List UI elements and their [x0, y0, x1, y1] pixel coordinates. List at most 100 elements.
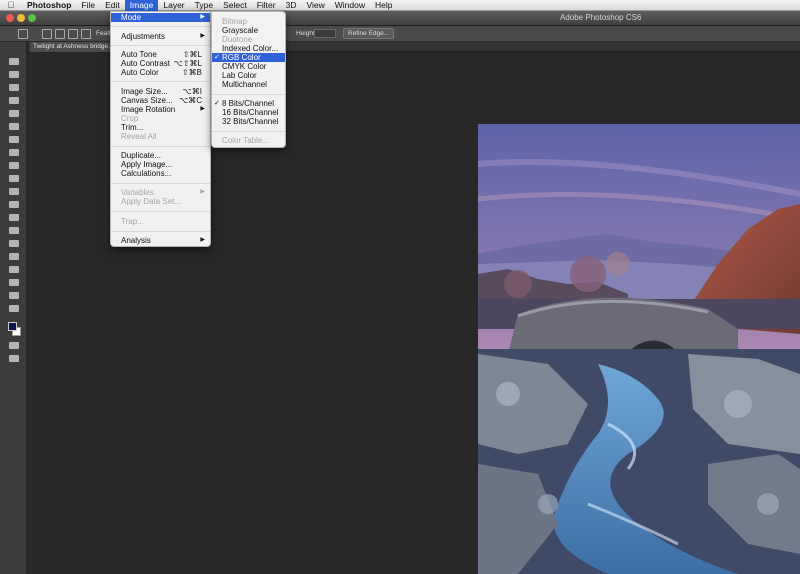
- screen-mode-icon[interactable]: [9, 355, 19, 362]
- brush-tool-icon[interactable]: [9, 149, 19, 156]
- lasso-tool-icon[interactable]: [9, 84, 19, 91]
- new-selection-icon[interactable]: [42, 29, 52, 39]
- menu-3d[interactable]: 3D: [281, 0, 302, 11]
- intersect-selection-icon[interactable]: [81, 29, 91, 39]
- mode-item-indexed-color[interactable]: Indexed Color...: [212, 44, 285, 53]
- menu-item-auto-color[interactable]: Auto Color ⇧⌘B: [111, 68, 210, 77]
- subtract-selection-icon[interactable]: [68, 29, 78, 39]
- menu-separator: [212, 94, 285, 95]
- crop-tool-icon[interactable]: [9, 110, 19, 117]
- add-selection-icon[interactable]: [55, 29, 65, 39]
- photo-canvas[interactable]: [478, 124, 800, 574]
- clone-stamp-tool-icon[interactable]: [9, 162, 19, 169]
- submenu-arrow-icon: ▶: [200, 189, 205, 195]
- menu-help[interactable]: Help: [370, 0, 397, 11]
- menu-separator: [111, 81, 210, 82]
- menu-item-analysis[interactable]: Analysis ▶: [111, 236, 210, 245]
- path-selection-tool-icon[interactable]: [9, 266, 19, 273]
- menu-item-variables: Variables ▶: [111, 188, 210, 197]
- menu-separator: [212, 131, 285, 132]
- zoom-window-button[interactable]: [28, 14, 36, 22]
- shape-tool-icon[interactable]: [9, 279, 19, 286]
- menu-item-calculations[interactable]: Calculations...: [111, 169, 210, 178]
- menu-item-apply-image[interactable]: Apply Image...: [111, 160, 210, 169]
- mode-item-rgb-color[interactable]: ✓ RGB Color: [212, 53, 285, 62]
- quick-mask-icon[interactable]: [9, 342, 19, 349]
- menu-item-image-rotation[interactable]: Image Rotation ▶: [111, 105, 210, 114]
- menu-edit[interactable]: Edit: [100, 0, 125, 11]
- checkmark-icon: ✓: [214, 100, 220, 107]
- menu-item-trim[interactable]: Trim...: [111, 123, 210, 132]
- dodge-tool-icon[interactable]: [9, 227, 19, 234]
- menu-item-label: RGB Color: [222, 53, 261, 62]
- submenu-arrow-icon: ▶: [200, 14, 205, 20]
- mode-item-grayscale[interactable]: Grayscale: [212, 26, 285, 35]
- menubar:  Photoshop File Edit Image Layer Type S…: [0, 0, 800, 11]
- move-tool-icon[interactable]: [9, 58, 19, 65]
- menu-item-mode[interactable]: Mode ▶: [111, 13, 210, 22]
- menu-separator: [111, 26, 210, 27]
- menu-item-label: Analysis: [121, 236, 151, 245]
- menu-item-label: Mode: [121, 13, 142, 22]
- height-field[interactable]: [314, 29, 336, 38]
- menu-item-label: Variables: [121, 188, 154, 197]
- menu-item-label: Auto Color: [121, 68, 159, 77]
- checkmark-icon: ✓: [214, 54, 220, 61]
- menu-item-label: Auto Tone: [121, 50, 157, 59]
- menu-item-adjustments[interactable]: Adjustments ▶: [111, 32, 210, 41]
- menu-item-duplicate[interactable]: Duplicate...: [111, 151, 210, 160]
- menu-type[interactable]: Type: [190, 0, 218, 11]
- menu-item-auto-tone[interactable]: Auto Tone ⇧⌘L: [111, 50, 210, 59]
- menu-item-label: Image Size...: [121, 87, 168, 96]
- menu-item-image-size[interactable]: Image Size... ⌥⌘I: [111, 87, 210, 96]
- apple-icon[interactable]: : [0, 0, 22, 10]
- toolbox: [0, 42, 27, 574]
- eyedropper-tool-icon[interactable]: [9, 123, 19, 130]
- shortcut-label: ⇧⌘L: [182, 50, 202, 59]
- menu-file[interactable]: File: [76, 0, 100, 11]
- menu-item-label: Auto Contrast: [121, 59, 170, 68]
- type-tool-icon[interactable]: [9, 253, 19, 260]
- healing-brush-tool-icon[interactable]: [9, 136, 19, 143]
- menu-item-crop: Crop: [121, 114, 139, 123]
- eraser-tool-icon[interactable]: [9, 188, 19, 195]
- history-brush-tool-icon[interactable]: [9, 175, 19, 182]
- menu-window[interactable]: Window: [330, 0, 370, 11]
- hand-tool-icon[interactable]: [9, 292, 19, 299]
- landscape-photo: [478, 124, 800, 574]
- menu-item-canvas-size[interactable]: Canvas Size... ⌥⌘C: [111, 96, 210, 105]
- menu-filter[interactable]: Filter: [252, 0, 281, 11]
- zoom-tool-icon[interactable]: [9, 305, 19, 312]
- menu-separator: [111, 146, 210, 147]
- menu-select[interactable]: Select: [218, 0, 252, 11]
- mode-item-lab-color[interactable]: Lab Color: [212, 71, 285, 80]
- menu-item-auto-contrast[interactable]: Auto Contrast ⌥⇧⌘L: [111, 59, 210, 68]
- menu-layer[interactable]: Layer: [158, 0, 189, 11]
- minimize-window-button[interactable]: [17, 14, 25, 22]
- gradient-tool-icon[interactable]: [9, 201, 19, 208]
- blur-tool-icon[interactable]: [9, 214, 19, 221]
- menu-view[interactable]: View: [301, 0, 329, 11]
- submenu-arrow-icon: ▶: [200, 33, 205, 39]
- mode-item-cmyk-color[interactable]: CMYK Color: [212, 62, 285, 71]
- marquee-preset-icon[interactable]: [18, 29, 28, 39]
- menu-item-trap: Trap...: [121, 217, 144, 226]
- shortcut-label: ⇧⌘B: [181, 68, 202, 77]
- menu-app[interactable]: Photoshop: [22, 0, 76, 11]
- marquee-tool-icon[interactable]: [9, 71, 19, 78]
- menu-item-label: Canvas Size...: [121, 96, 173, 105]
- mode-item-16-bits[interactable]: 16 Bits/Channel: [212, 108, 285, 117]
- menu-item-label: Adjustments: [121, 32, 166, 41]
- mode-item-8-bits[interactable]: ✓ 8 Bits/Channel: [212, 99, 285, 108]
- refine-edge-button[interactable]: Refine Edge...: [343, 28, 395, 39]
- menu-separator: [111, 45, 210, 46]
- mode-item-color-table: Color Table...: [222, 136, 269, 145]
- foreground-color-swatch[interactable]: [8, 322, 17, 331]
- menu-separator: [111, 211, 210, 212]
- menu-image[interactable]: Image: [124, 0, 159, 11]
- pen-tool-icon[interactable]: [9, 240, 19, 247]
- quick-selection-tool-icon[interactable]: [9, 97, 19, 104]
- close-window-button[interactable]: [6, 14, 14, 22]
- mode-item-multichannel[interactable]: Multichannel: [212, 80, 285, 89]
- mode-item-32-bits[interactable]: 32 Bits/Channel: [212, 117, 285, 126]
